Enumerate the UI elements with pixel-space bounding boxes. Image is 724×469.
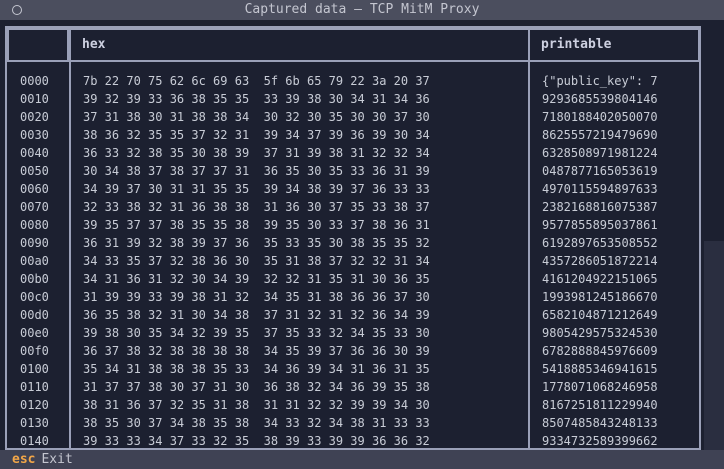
- row-offset: 00a0: [20, 254, 49, 268]
- row-hex-bytes: 35 34 31 38 38 38 35 33 34 36 39 34 31 3…: [83, 362, 430, 376]
- row-printable: 8167251811229940: [542, 398, 658, 412]
- row-offset: 0100: [20, 362, 49, 376]
- column-divider: [69, 62, 71, 450]
- row-hex-bytes: 34 33 35 37 32 38 36 30 35 31 38 37 32 3…: [83, 254, 430, 268]
- row-offset: 00c0: [20, 290, 49, 304]
- row-printable: 8507485843248133: [542, 416, 658, 430]
- row-printable: 9805429575324530: [542, 326, 658, 340]
- title-bar: Captured data — TCP MitM Proxy: [0, 0, 724, 20]
- row-hex-bytes: 38 36 32 35 35 37 32 31 39 34 37 39 36 3…: [83, 128, 430, 142]
- row-offset: 0080: [20, 218, 49, 232]
- row-printable: 4970115594897633: [542, 182, 658, 196]
- printable-column-header: printable: [528, 28, 700, 62]
- row-printable: 9577855895037861: [542, 218, 658, 232]
- row-offset: 0120: [20, 398, 49, 412]
- row-offset: 0140: [20, 434, 49, 448]
- row-printable: 8625557219479690: [542, 128, 658, 142]
- row-offset: 0020: [20, 110, 49, 124]
- row-printable: 6782888845976609: [542, 344, 658, 358]
- row-printable: 9334732589399662: [542, 434, 658, 448]
- row-printable: 6192897653508552: [542, 236, 658, 250]
- hex-column-header: hex: [69, 28, 530, 62]
- row-hex-bytes: 31 37 37 38 30 37 31 30 36 38 32 34 36 3…: [83, 380, 430, 394]
- row-printable: 7180188402050070: [542, 110, 658, 124]
- row-hex-bytes: 31 39 39 33 39 38 31 32 34 35 31 38 36 3…: [83, 290, 430, 304]
- row-offset: 0030: [20, 128, 49, 142]
- exit-key-hint[interactable]: esc: [12, 452, 35, 467]
- row-hex-bytes: 7b 22 70 75 62 6c 69 63 5f 6b 65 79 22 3…: [83, 74, 430, 88]
- row-offset: 0070: [20, 200, 49, 214]
- row-offset: 00d0: [20, 308, 49, 322]
- row-printable: 4357286051872214: [542, 254, 658, 268]
- row-printable: 0487877165053619: [542, 164, 658, 178]
- row-printable: 1778071068246958: [542, 380, 658, 394]
- row-offset: 0040: [20, 146, 49, 160]
- row-offset: 00f0: [20, 344, 49, 358]
- row-printable: 4161204922151065: [542, 272, 658, 286]
- row-offset: 0050: [20, 164, 49, 178]
- row-hex-bytes: 39 32 39 33 36 38 35 35 33 39 38 30 34 3…: [83, 92, 430, 106]
- row-printable: {"public_key": 7: [542, 74, 658, 88]
- exit-label[interactable]: Exit: [41, 452, 72, 467]
- row-printable: 6582104871212649: [542, 308, 658, 322]
- row-hex-bytes: 38 31 36 37 32 35 31 38 31 31 32 32 39 3…: [83, 398, 430, 412]
- row-offset: 0130: [20, 416, 49, 430]
- row-hex-bytes: 39 33 33 34 37 33 32 35 38 39 33 39 39 3…: [83, 434, 430, 448]
- offset-column-header: [7, 28, 69, 62]
- row-hex-bytes: 37 31 38 30 31 38 38 34 30 32 30 35 30 3…: [83, 110, 430, 124]
- window-circle-icon[interactable]: [12, 5, 22, 15]
- scrollbar-thumb[interactable]: [704, 241, 724, 450]
- row-hex-bytes: 36 31 39 32 38 39 37 36 35 33 35 30 38 3…: [83, 236, 430, 250]
- row-hex-bytes: 32 33 38 32 31 36 38 38 31 36 30 37 35 3…: [83, 200, 430, 214]
- window-title: Captured data — TCP MitM Proxy: [244, 2, 480, 17]
- row-printable: 9293685539804146: [542, 92, 658, 106]
- row-offset: 0060: [20, 182, 49, 196]
- row-hex-bytes: 34 39 37 30 31 31 35 35 39 34 38 39 37 3…: [83, 182, 430, 196]
- row-offset: 0010: [20, 92, 49, 106]
- row-printable: 1993981245186670: [542, 290, 658, 304]
- row-hex-bytes: 30 34 38 37 38 37 37 31 36 35 30 35 33 3…: [83, 164, 430, 178]
- row-offset: 00b0: [20, 272, 49, 286]
- row-hex-bytes: 36 35 38 32 31 30 34 38 37 31 32 31 32 3…: [83, 308, 430, 322]
- row-printable: 5418885346941615: [542, 362, 658, 376]
- row-hex-bytes: 34 31 36 31 32 30 34 39 32 32 31 35 31 3…: [83, 272, 430, 286]
- row-hex-bytes: 39 38 30 35 34 32 39 35 37 35 33 32 34 3…: [83, 326, 430, 340]
- row-hex-bytes: 36 33 32 38 35 30 38 39 37 31 39 38 31 3…: [83, 146, 430, 160]
- row-hex-bytes: 39 35 37 37 38 35 35 38 39 35 30 33 37 3…: [83, 218, 430, 232]
- row-printable: 2382168816075387: [542, 200, 658, 214]
- footer-bar: esc Exit: [0, 450, 724, 469]
- row-hex-bytes: 36 37 38 32 38 38 38 38 34 35 39 37 36 3…: [83, 344, 430, 358]
- row-offset: 0090: [20, 236, 49, 250]
- row-hex-bytes: 38 35 30 37 34 38 35 38 34 33 32 34 38 3…: [83, 416, 430, 430]
- column-divider: [528, 62, 530, 450]
- row-offset: 00e0: [20, 326, 49, 340]
- row-offset: 0110: [20, 380, 49, 394]
- row-offset: 0000: [20, 74, 49, 88]
- row-printable: 6328508971981224: [542, 146, 658, 160]
